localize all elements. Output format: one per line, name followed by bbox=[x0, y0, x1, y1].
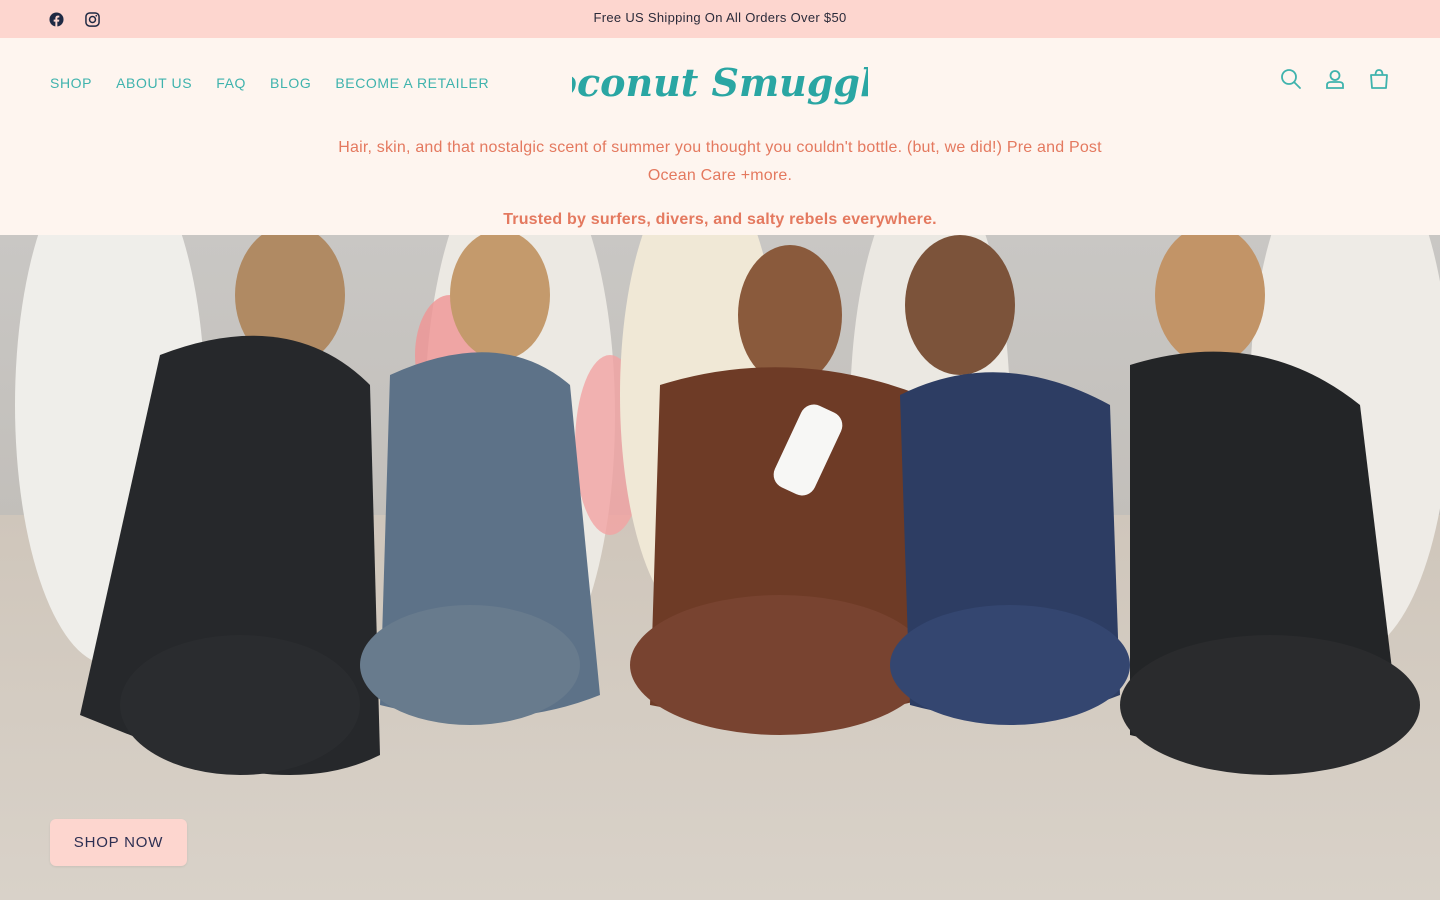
nav-blog[interactable]: BLOG bbox=[270, 75, 311, 91]
hero-image bbox=[0, 235, 1440, 900]
logo[interactable]: Coconut Smuggler bbox=[521, 58, 921, 110]
shop-now-button[interactable]: SHOP NOW bbox=[50, 819, 187, 866]
trusted-line: Trusted by surfers, divers, and salty re… bbox=[503, 211, 937, 228]
account-icon[interactable] bbox=[1324, 68, 1346, 90]
logo-wordmark: Coconut Smuggler bbox=[572, 60, 868, 105]
cart-icon[interactable] bbox=[1368, 68, 1390, 90]
nav-about-us[interactable]: ABOUT US bbox=[116, 75, 192, 91]
nav-faq[interactable]: FAQ bbox=[216, 75, 246, 91]
tagline: Hair, skin, and that nostalgic scent of … bbox=[338, 139, 1102, 184]
main-nav: SHOP ABOUT US FAQ BLOG BECOME A RETAILER bbox=[50, 75, 489, 91]
site-header: SHOP ABOUT US FAQ BLOG BECOME A RETAILER… bbox=[0, 38, 1440, 130]
announcement-message: Free US Shipping On All Orders Over $50 bbox=[593, 10, 847, 25]
search-icon[interactable] bbox=[1280, 68, 1302, 90]
header-icons bbox=[1280, 68, 1390, 90]
nav-become-a-retailer[interactable]: BECOME A RETAILER bbox=[335, 75, 489, 91]
nav-shop[interactable]: SHOP bbox=[50, 75, 92, 91]
announcement-bar: Free US Shipping On All Orders Over $50 bbox=[0, 0, 1440, 38]
